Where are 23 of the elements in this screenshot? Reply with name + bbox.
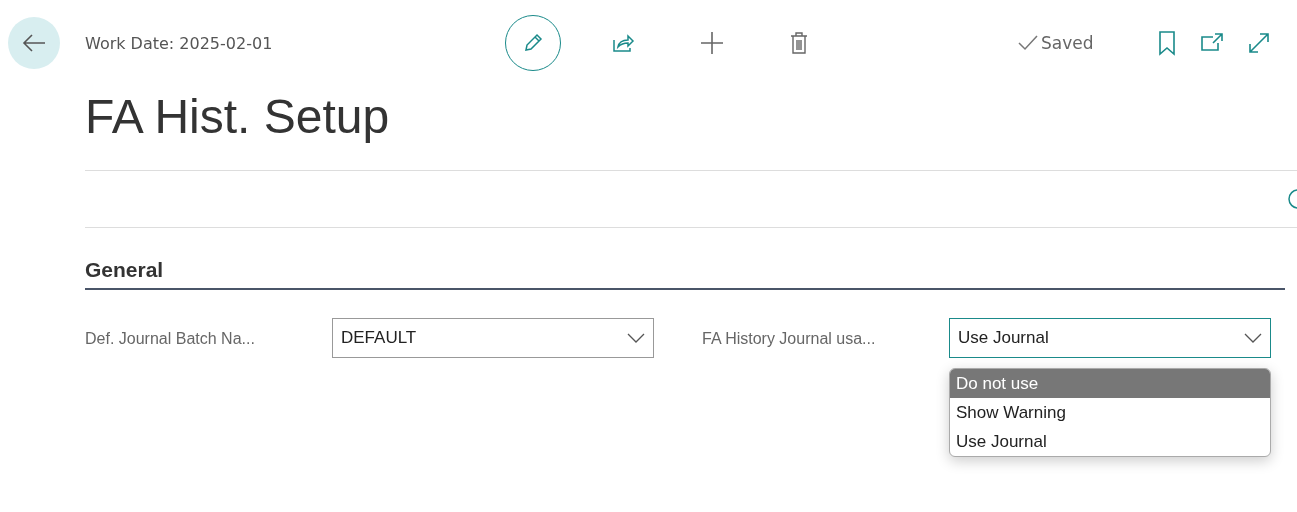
field-label: Def. Journal Batch Na... — [85, 329, 256, 348]
section-title: General — [85, 258, 1285, 290]
arrow-left-icon — [21, 32, 47, 54]
share-icon[interactable] — [611, 32, 635, 54]
work-date: Work Date: 2025-02-01 — [85, 33, 274, 53]
chevron-down-icon — [627, 333, 645, 343]
chevron-down-icon — [1244, 333, 1262, 343]
checkmark-icon — [1017, 34, 1039, 52]
dropdown-field[interactable]: Use Journal — [949, 318, 1271, 358]
dropdown-option[interactable]: Do not use — [950, 369, 1270, 398]
expand-icon[interactable] — [1247, 31, 1271, 55]
page-title: FA Hist. Setup — [85, 89, 391, 145]
field-label: FA History Journal usa... — [702, 329, 877, 348]
plus-icon[interactable] — [699, 30, 725, 56]
trash-icon[interactable] — [789, 31, 809, 55]
bookmark-icon[interactable] — [1157, 30, 1177, 56]
popout-icon[interactable] — [1199, 32, 1225, 54]
saved-status: Saved — [1041, 33, 1094, 53]
dropdown-option[interactable]: Show Warning — [950, 398, 1270, 427]
back-button[interactable] — [8, 17, 60, 69]
dropdown-field[interactable]: DEFAULT — [332, 318, 654, 358]
edit-button[interactable] — [505, 15, 561, 71]
dropdown-option[interactable]: Use Journal — [950, 427, 1270, 456]
